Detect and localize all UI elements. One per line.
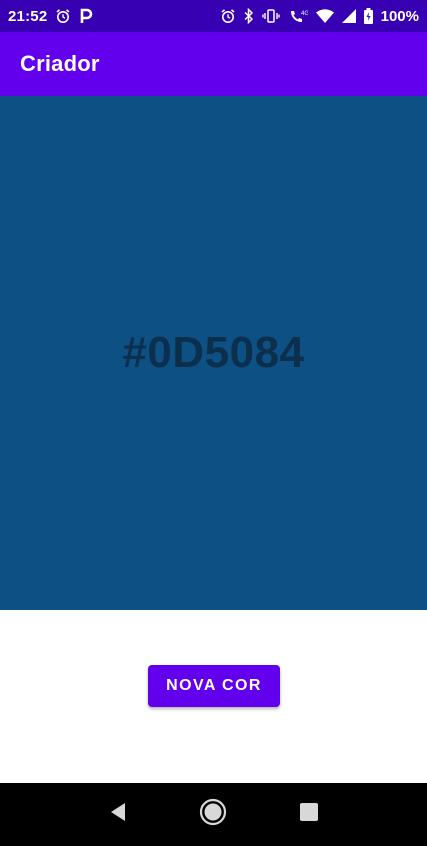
svg-text:4G: 4G bbox=[301, 11, 308, 17]
battery-percentage: 100% bbox=[380, 7, 419, 25]
status-time: 21:52 bbox=[8, 7, 48, 25]
wifi-icon bbox=[315, 9, 334, 23]
color-hex-code: #0D5084 bbox=[122, 328, 305, 377]
color-preview-panel: #0D5084 bbox=[0, 96, 427, 610]
battery-icon bbox=[363, 8, 373, 24]
bluetooth-icon bbox=[244, 8, 254, 24]
wifi-calling-icon: 4G bbox=[288, 8, 308, 24]
signal-icon bbox=[341, 9, 356, 23]
app-bar: Criador bbox=[0, 32, 427, 96]
back-icon bbox=[109, 802, 127, 827]
home-button[interactable] bbox=[191, 793, 235, 837]
navigation-bar bbox=[0, 783, 427, 846]
back-button[interactable] bbox=[96, 793, 140, 837]
home-icon bbox=[199, 798, 227, 831]
vibrate-icon bbox=[261, 8, 280, 24]
alarm-icon bbox=[220, 8, 236, 24]
new-color-button[interactable]: NOVA COR bbox=[148, 665, 280, 707]
app-title: Criador bbox=[20, 51, 100, 76]
status-left: 21:52 bbox=[8, 8, 93, 25]
parking-icon bbox=[79, 8, 93, 24]
recents-button[interactable] bbox=[287, 793, 331, 837]
screen: 21:52 4G 100% Criador #0D5084 NOVA COR bbox=[0, 0, 427, 846]
status-bar: 21:52 4G 100% bbox=[0, 0, 427, 32]
alarm-icon bbox=[55, 8, 71, 24]
recents-icon bbox=[300, 803, 319, 826]
status-right: 4G 100% bbox=[220, 8, 419, 25]
